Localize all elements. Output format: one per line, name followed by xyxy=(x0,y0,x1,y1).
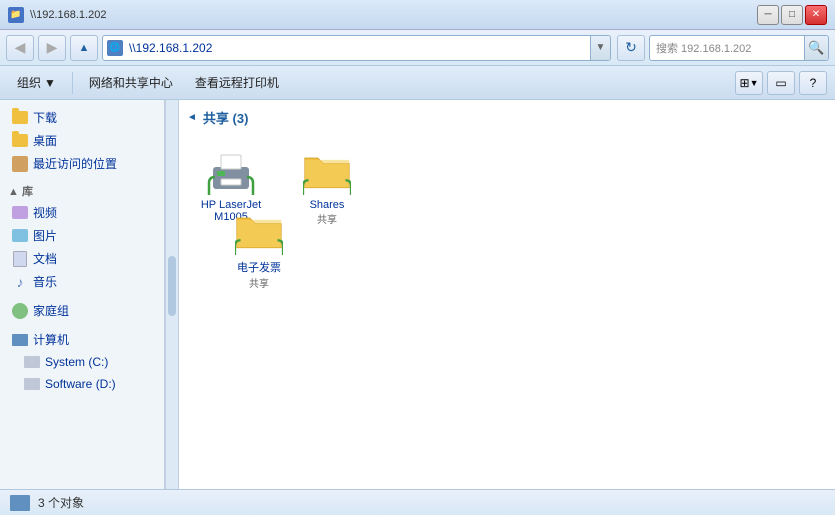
sidebar-item-desktop[interactable]: 桌面 xyxy=(0,129,164,152)
eform-folder-icon xyxy=(235,207,283,255)
search-placeholder-text: 搜索 192.168.1.202 xyxy=(650,40,804,56)
homegroup-icon xyxy=(12,303,28,319)
toolbar: 组织 ▼ 网络和共享中心 查看远程打印机 ⊞ ▼ ▭ ? xyxy=(0,66,835,100)
content-area: ◄ 共享 (3) xyxy=(179,100,835,489)
shares-folder-icon xyxy=(303,147,351,195)
eform-folder-svg xyxy=(235,205,283,257)
sysc-drive-icon xyxy=(24,354,40,370)
search-container: 搜索 192.168.1.202 🔍 xyxy=(649,35,829,61)
view-dropdown-icon: ▼ xyxy=(750,78,759,88)
section-title: 共享 (3) xyxy=(203,108,249,127)
sidebar-item-video[interactable]: 视频 xyxy=(0,201,164,224)
status-text: 3 个对象 xyxy=(38,494,84,511)
eform-name: 电子发票 xyxy=(237,259,281,275)
computer-icon xyxy=(12,332,28,348)
network-center-button[interactable]: 网络和共享中心 xyxy=(80,69,182,96)
sidebar-item-sysc[interactable]: System (C:) xyxy=(0,351,164,373)
toolbar-right: ⊞ ▼ ▭ ? xyxy=(735,71,827,95)
music-icon: ♪ xyxy=(12,274,28,290)
close-button[interactable]: ✕ xyxy=(805,5,827,25)
sidebar-item-computer-label: 计算机 xyxy=(33,331,69,348)
sidebar-section-library: ▲ 库 xyxy=(0,175,164,201)
remote-print-button[interactable]: 查看远程打印机 xyxy=(186,69,288,96)
section-header: ◄ 共享 (3) xyxy=(187,108,827,127)
title-text: \\192.168.1.202 xyxy=(30,9,106,21)
sidebar-item-document[interactable]: 文档 xyxy=(0,247,164,270)
library-section-arrow: ▲ xyxy=(8,186,22,198)
sidebar-scrollbar xyxy=(165,100,179,489)
up-button[interactable]: ▲ xyxy=(70,35,98,61)
recent-icon xyxy=(12,156,28,172)
shares-folder-svg xyxy=(303,145,351,197)
sidebar-item-document-label: 文档 xyxy=(33,250,57,267)
network-icon: 🌐 xyxy=(107,40,123,56)
status-computer-icon xyxy=(10,495,30,511)
title-bar: 📁 \\192.168.1.202 ─ □ ✕ xyxy=(0,0,835,30)
preview-icon: ▭ xyxy=(775,76,786,90)
view-toggle-button[interactable]: ⊞ ▼ xyxy=(735,71,763,95)
organize-label: 组织 xyxy=(17,74,41,91)
address-input[interactable] xyxy=(127,41,590,55)
maximize-button[interactable]: □ xyxy=(781,5,803,25)
organize-button[interactable]: 组织 ▼ xyxy=(8,69,65,96)
back-button[interactable]: ◀ xyxy=(6,35,34,61)
address-bar: ◀ ▶ ▲ 🌐 ▼ ↻ 搜索 192.168.1.202 🔍 xyxy=(0,30,835,66)
printer-icon xyxy=(207,147,255,195)
desktop-folder-icon xyxy=(12,133,28,149)
sidebar-item-video-label: 视频 xyxy=(33,204,57,221)
sidebar-item-desktop-label: 桌面 xyxy=(33,132,57,149)
sidebar-item-picture-label: 图片 xyxy=(33,227,57,244)
search-button[interactable]: 🔍 xyxy=(804,35,828,61)
sidebar-item-computer[interactable]: 计算机 xyxy=(0,328,164,351)
refresh-button[interactable]: ↻ xyxy=(617,35,645,61)
sidebar-scroll-thumb xyxy=(168,256,176,316)
help-icon: ? xyxy=(810,76,817,90)
items-grid: HP LaserJet M1005 Shares 共享 xyxy=(187,139,827,238)
shares-name: Shares xyxy=(310,199,345,211)
sidebar-item-homegroup[interactable]: 家庭组 xyxy=(0,299,164,322)
video-icon xyxy=(12,205,28,221)
title-bar-controls: ─ □ ✕ xyxy=(757,5,827,25)
title-bar-left: 📁 \\192.168.1.202 xyxy=(8,7,106,23)
eform-sub: 共享 xyxy=(249,275,269,290)
sidebar-item-sysc-label: System (C:) xyxy=(45,355,108,369)
list-item[interactable]: Shares 共享 xyxy=(287,143,367,234)
organize-dropdown-icon: ▼ xyxy=(44,76,56,90)
sidebar-item-recent[interactable]: 最近访问的位置 xyxy=(0,152,164,175)
sidebar-item-softd[interactable]: Software (D:) xyxy=(0,373,164,395)
main-layout: 下载 桌面 最近访问的位置 ▲ 库 视频 图片 xyxy=(0,100,835,489)
section-expand-arrow[interactable]: ◄ xyxy=(187,112,197,123)
view-grid-icon: ⊞ xyxy=(740,76,750,90)
status-bar: 3 个对象 xyxy=(0,489,835,515)
sidebar-item-homegroup-label: 家庭组 xyxy=(33,302,69,319)
shares-sub: 共享 xyxy=(317,211,337,226)
list-item[interactable]: 电子发票 共享 xyxy=(219,203,299,294)
document-icon xyxy=(12,251,28,267)
sidebar: 下载 桌面 最近访问的位置 ▲ 库 视频 图片 xyxy=(0,100,165,489)
download-folder-icon xyxy=(12,110,28,126)
toolbar-separator-1 xyxy=(72,72,73,94)
picture-icon xyxy=(12,228,28,244)
sidebar-item-music-label: 音乐 xyxy=(33,273,57,290)
remote-print-label: 查看远程打印机 xyxy=(195,74,279,91)
network-center-label: 网络和共享中心 xyxy=(89,74,173,91)
sidebar-item-download-label: 下载 xyxy=(33,109,57,126)
address-input-container: 🌐 ▼ xyxy=(102,35,611,61)
sidebar-item-softd-label: Software (D:) xyxy=(45,377,116,391)
softd-drive-icon xyxy=(24,376,40,392)
sidebar-item-recent-label: 最近访问的位置 xyxy=(33,155,117,172)
help-button[interactable]: ? xyxy=(799,71,827,95)
address-icon: 🌐 xyxy=(103,40,127,56)
sidebar-item-picture[interactable]: 图片 xyxy=(0,224,164,247)
sidebar-item-music[interactable]: ♪ 音乐 xyxy=(0,270,164,293)
minimize-button[interactable]: ─ xyxy=(757,5,779,25)
forward-button[interactable]: ▶ xyxy=(38,35,66,61)
preview-pane-button[interactable]: ▭ xyxy=(767,71,795,95)
address-dropdown-button[interactable]: ▼ xyxy=(590,35,610,61)
sidebar-item-download[interactable]: 下载 xyxy=(0,106,164,129)
printer-svg xyxy=(207,147,255,195)
window-icon: 📁 xyxy=(8,7,24,23)
